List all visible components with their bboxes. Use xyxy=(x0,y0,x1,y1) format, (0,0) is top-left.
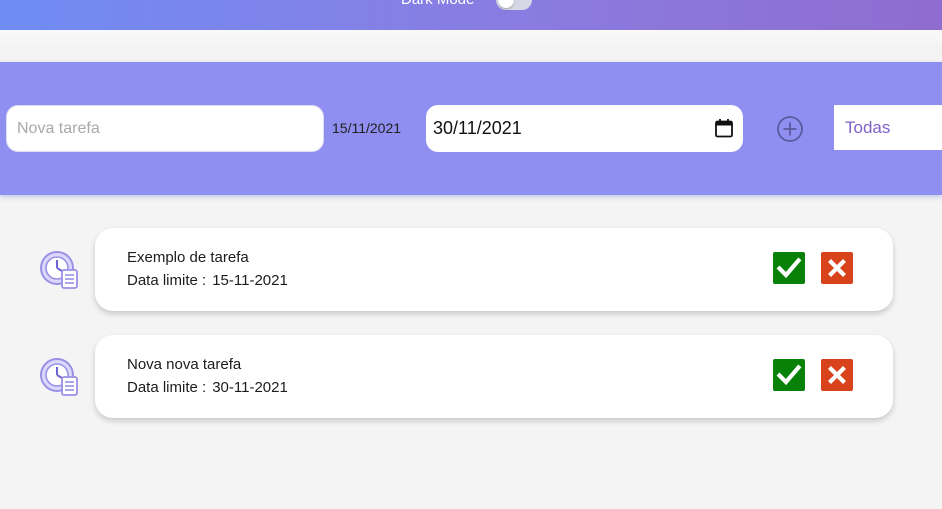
task-due-line: Data limite : 15-11-2021 xyxy=(127,272,288,289)
task-due-label: Data limite : xyxy=(127,272,207,289)
task-toolbar: 15/11/2021 30/11/2021 Todas xyxy=(0,62,942,195)
header-separator xyxy=(0,30,942,54)
new-task-input[interactable] xyxy=(6,105,324,152)
dark-mode-label: Dark Mode xyxy=(401,0,474,8)
calendar-icon[interactable] xyxy=(714,118,734,138)
task-due-date: 15-11-2021 xyxy=(212,272,288,289)
plus-circle-icon[interactable] xyxy=(776,115,804,143)
task-due-date: 30-11-2021 xyxy=(212,379,288,396)
task-card: Exemplo de tarefa Data limite : 15-11-202… xyxy=(95,228,893,311)
task-due-line: Data limite : 30-11-2021 xyxy=(127,379,288,396)
delete-task-button[interactable] xyxy=(821,359,853,391)
task-title: Exemplo de tarefa xyxy=(127,249,249,266)
today-date: 15/11/2021 xyxy=(332,120,402,136)
filter-selected-value: Todas xyxy=(845,118,891,137)
due-date-value: 30/11/2021 xyxy=(433,118,522,138)
dark-mode-toggle-knob xyxy=(498,0,514,8)
dark-mode-toggle[interactable] xyxy=(496,0,532,10)
clock-checklist-icon xyxy=(40,358,78,396)
task-due-label: Data limite : xyxy=(127,379,207,396)
delete-task-button[interactable] xyxy=(821,252,853,284)
due-date-input[interactable]: 30/11/2021 xyxy=(426,105,743,152)
task-card: Nova nova tarefa Data limite : 30-11-2021 xyxy=(95,335,893,418)
filter-select[interactable]: Todas xyxy=(834,105,942,150)
task-title: Nova nova tarefa xyxy=(127,356,242,373)
complete-task-button[interactable] xyxy=(773,252,805,284)
app-header: Dark Mode xyxy=(0,0,942,30)
clock-checklist-icon xyxy=(40,251,78,289)
complete-task-button[interactable] xyxy=(773,359,805,391)
